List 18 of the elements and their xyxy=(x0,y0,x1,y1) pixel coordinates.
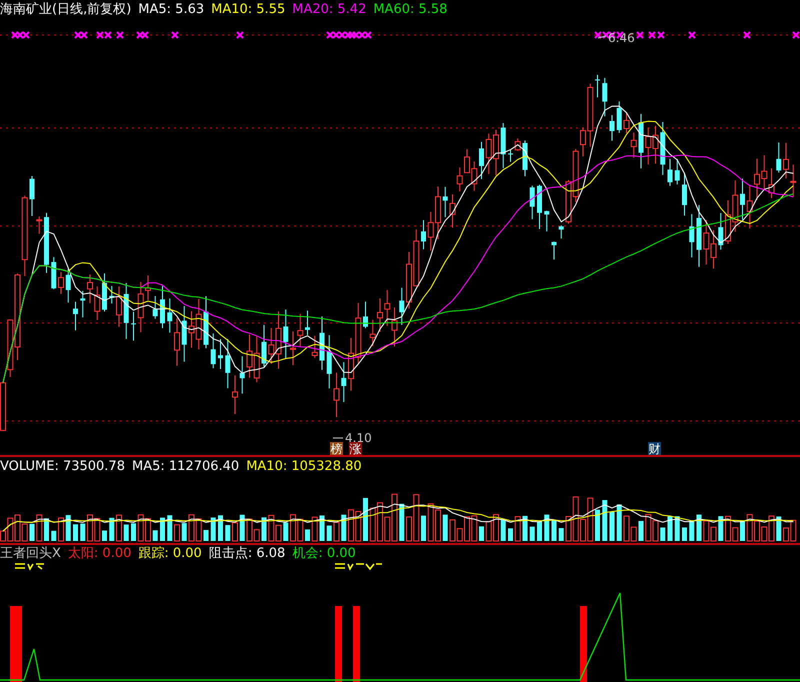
moving-average-value: MA20: 5.42 xyxy=(292,2,366,16)
volume-value: VOLUME: 73500.78 xyxy=(0,458,125,474)
moving-average-value: MA5: 5.63 xyxy=(138,2,204,16)
indicator-value: 机会: 0.00 xyxy=(292,545,356,562)
indicator-value: 跟踪: 0.00 xyxy=(138,545,202,562)
event-badge[interactable]: 财 xyxy=(648,442,661,456)
event-badge[interactable]: 涨 xyxy=(349,442,362,456)
indicator-value: 王者回头X xyxy=(0,545,61,562)
stock-title: 海南矿业(日线,前复权) xyxy=(0,1,132,18)
indicator-value: 阻击点: 6.08 xyxy=(208,545,286,562)
moving-average-value: MA60: 5.58 xyxy=(373,2,448,16)
leader-line xyxy=(598,36,606,38)
volume-value: MA10: 105328.80 xyxy=(246,458,362,474)
moving-average-value: MA10: 5.55 xyxy=(211,2,286,16)
high-price-label: 6.46 xyxy=(608,31,635,45)
volume-value: MA5: 112706.40 xyxy=(132,458,240,474)
event-badge[interactable]: 榜 xyxy=(330,442,343,456)
indicator-value: 太阳: 0.00 xyxy=(68,545,132,562)
